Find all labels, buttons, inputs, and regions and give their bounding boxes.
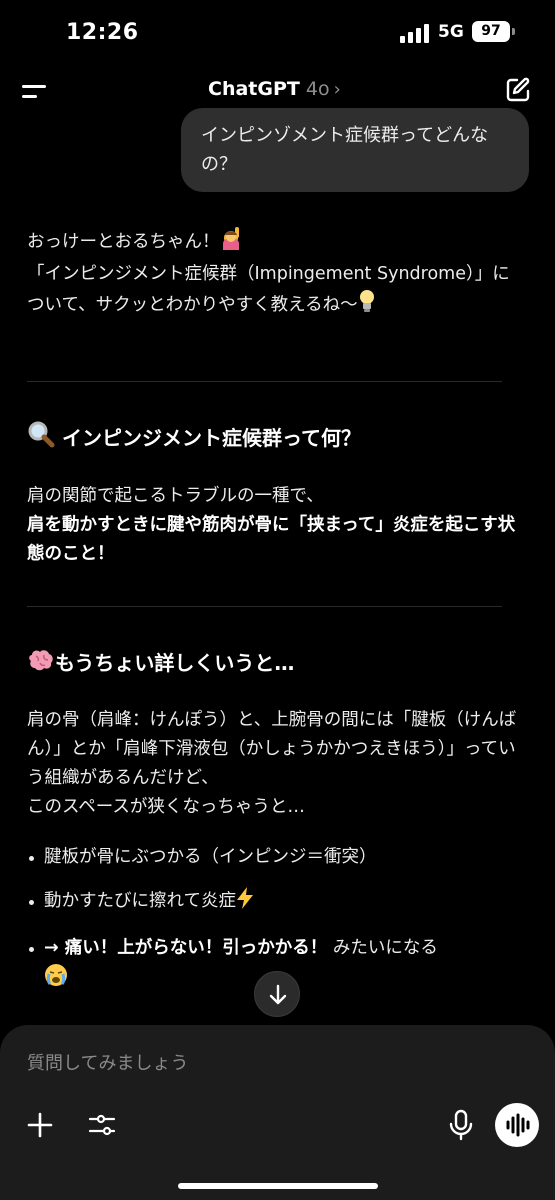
divider bbox=[27, 606, 502, 607]
voice-waveform-icon bbox=[506, 1113, 530, 1137]
section2-body: 肩の骨（肩峰：けんぽう）と、上腕骨の間には「腱板（けんばん）」とか「肩峰下滑液包… bbox=[27, 706, 527, 822]
list-item-text: みたいになる bbox=[327, 938, 438, 958]
sliders-icon[interactable] bbox=[88, 1111, 116, 1143]
list-item: 動かすたびに擦れて炎症 bbox=[27, 887, 527, 919]
magnifier-icon bbox=[27, 420, 55, 453]
home-indicator bbox=[178, 1183, 378, 1189]
new-chat-icon[interactable] bbox=[504, 76, 532, 104]
list-item: 腱板が骨にぶつかる（インピンジ＝衝突） bbox=[27, 843, 527, 872]
light-bulb-icon bbox=[358, 289, 376, 323]
intro-line2: 「インピンジメント症候群（Impingement Syndrome）」について、… bbox=[27, 264, 510, 315]
lightning-icon bbox=[236, 887, 254, 919]
section-heading-what: インピンジメント症候群って何？ bbox=[27, 420, 361, 453]
signal-strength-icon bbox=[400, 23, 430, 43]
section-heading-detail: もうちょい詳しくいうと… bbox=[27, 647, 294, 678]
section1-line1: 肩の関節で起こるトラブルの一種で、 bbox=[27, 486, 324, 506]
plus-icon[interactable] bbox=[26, 1111, 54, 1143]
crying-face-icon bbox=[44, 963, 68, 997]
status-bar: 12:26 5G 97 bbox=[0, 0, 555, 66]
section2-para: 肩の骨（肩峰：けんぽう）と、上腕骨の間には「腱板（けんばん）」とか「肩峰下滑液包… bbox=[27, 710, 517, 788]
model-name: 4o bbox=[305, 78, 330, 100]
battery-cap bbox=[512, 28, 515, 35]
scroll-to-bottom-button[interactable] bbox=[254, 971, 300, 1017]
message-input[interactable]: 質問してみましょう bbox=[27, 1049, 188, 1075]
section1-heading-text: インピンジメント症候群って何？ bbox=[61, 426, 361, 450]
user-message-bubble: インピンゾメント症候群ってどんなの？ bbox=[181, 108, 529, 192]
raising-hand-icon bbox=[220, 226, 242, 260]
brain-icon bbox=[27, 647, 55, 678]
composer: 質問してみましょう bbox=[0, 1025, 555, 1200]
list-item-text: 腱板が骨にぶつかる（インピンジ＝衝突） bbox=[44, 847, 377, 867]
battery-indicator: 97 bbox=[472, 21, 510, 42]
voice-mode-button[interactable] bbox=[495, 1103, 539, 1147]
chat-header: ChatGPT 4o › bbox=[0, 66, 555, 114]
divider bbox=[27, 381, 502, 382]
assistant-intro: おっけーとおるちゃん！ 「インピンジメント症候群（Impingement Syn… bbox=[27, 226, 527, 323]
microphone-icon[interactable] bbox=[447, 1109, 475, 1145]
section2-heading-text: もうちょい詳しくいうと… bbox=[55, 651, 295, 675]
chevron-right-icon: › bbox=[333, 79, 341, 100]
status-time: 12:26 bbox=[66, 20, 139, 45]
app-title: ChatGPT bbox=[208, 78, 300, 100]
section1-line2: 肩を動かすときに腱や筋肉が骨に「挟まって」炎症を起こす状態のこと！ bbox=[27, 515, 516, 564]
intro-line1: おっけーとおるちゃん！ bbox=[27, 232, 220, 252]
arrow-down-icon bbox=[269, 984, 287, 1005]
list-item-text: 動かすたびに擦れて炎症 bbox=[44, 891, 236, 911]
network-type: 5G bbox=[438, 22, 464, 42]
section2-para2: このスペースが狭くなっちゃうと… bbox=[27, 797, 305, 817]
model-selector[interactable]: ChatGPT 4o › bbox=[208, 78, 341, 104]
list-item-bold: → 痛い！上がらない！引っかかる！ bbox=[44, 938, 328, 958]
menu-icon[interactable] bbox=[22, 82, 50, 102]
section1-body: 肩の関節で起こるトラブルの一種で、 肩を動かすときに腱や筋肉が骨に「挟まって」炎… bbox=[27, 482, 527, 569]
